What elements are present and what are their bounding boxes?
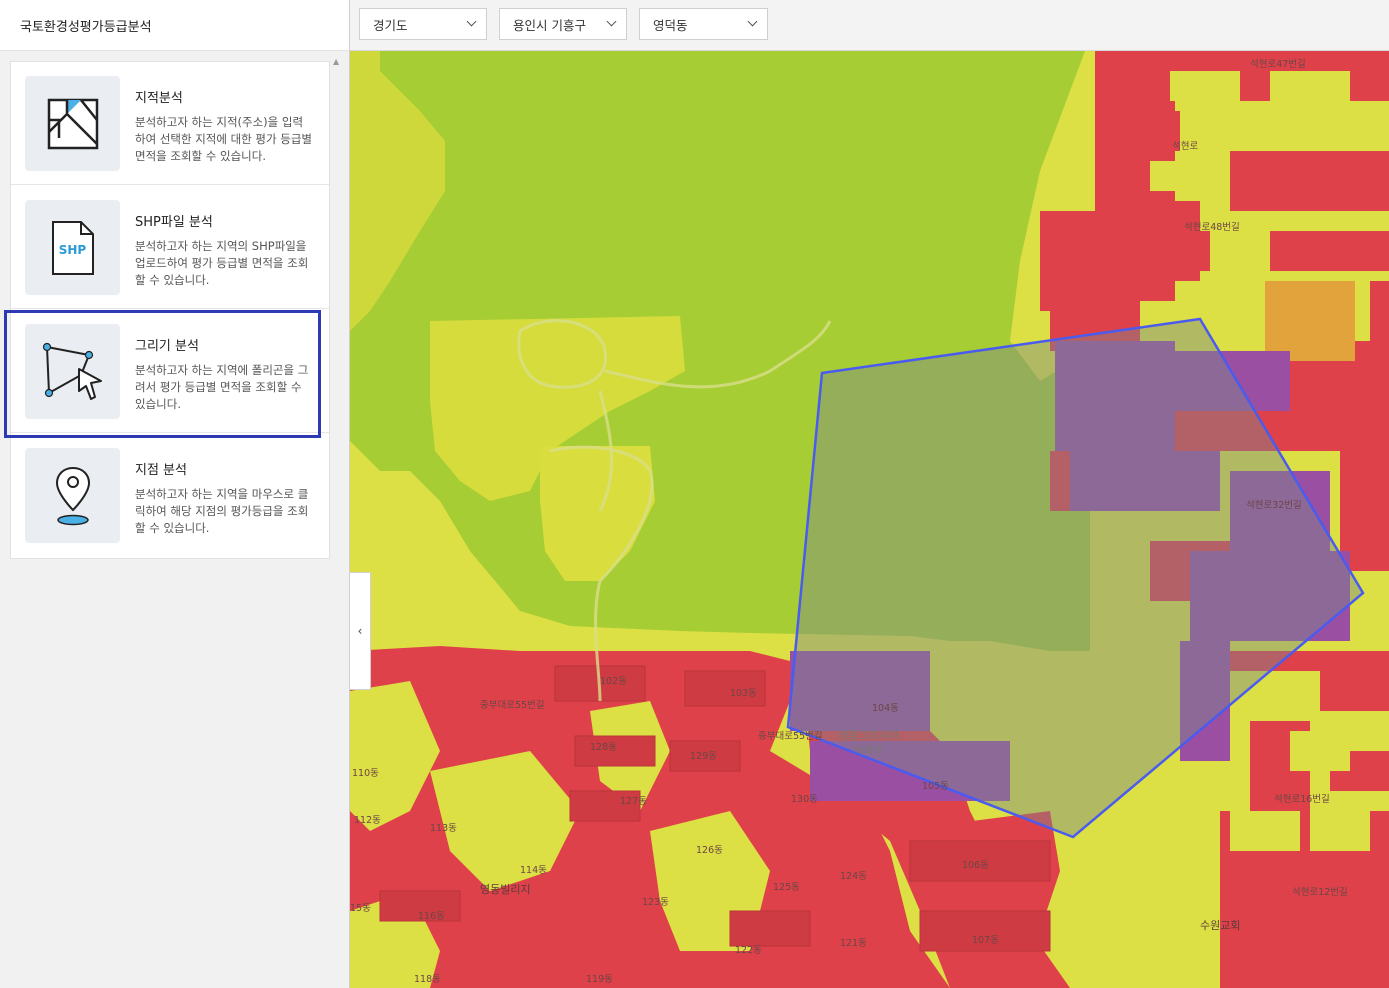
building-label: 122동 — [735, 945, 762, 956]
analysis-card-shp[interactable]: SHP SHP파일 분석 분석하고자 하는 지역의 SHP파일을 업로드하여 평… — [11, 186, 329, 309]
building-label: 121동 — [840, 938, 867, 949]
cadastral-map-icon — [25, 76, 120, 171]
building-label: 107동 — [972, 935, 999, 946]
card-description: 분석하고자 하는 지적(주소)을 입력하여 선택한 지적에 대한 평가 등급별 … — [135, 115, 312, 163]
building-label: 124동 — [840, 871, 867, 882]
building-label: 104동 — [872, 703, 899, 714]
building-label: 116동 — [418, 911, 445, 922]
chevron-down-icon — [466, 16, 477, 27]
polygon-draw-icon — [25, 324, 120, 419]
select-value: 경기도 — [373, 17, 408, 33]
building-label: 125동 — [773, 882, 800, 893]
analysis-card-point[interactable]: 지점 분석 분석하고자 하는 지역을 마우스로 클릭하여 해당 지점의 평가등급… — [11, 434, 329, 557]
building-label: 110동 — [352, 768, 379, 779]
card-description: 분석하고자 하는 지역에 폴리곤을 그려서 평가 등급별 면적을 조회할 수 있… — [135, 363, 309, 411]
building-label: 127동 — [620, 796, 647, 807]
poi-label: 수원교회 — [1200, 919, 1241, 932]
building-label: 105동 — [922, 781, 949, 792]
card-title: 지적분석 — [135, 91, 183, 106]
card-title: 지점 분석 — [135, 463, 187, 478]
poi-label: 세종그라시아 — [838, 729, 899, 742]
map-canvas[interactable]: 석현로47번길 석현로 석현로48번길 석현로32번길 석현로16번길 석현로1… — [350, 51, 1389, 988]
road-label: 석현로32번길 — [1246, 500, 1302, 511]
road-label: 중부대로55번길 — [758, 731, 823, 742]
building-label: 113동 — [430, 823, 457, 834]
building-label: 129동 — [690, 751, 717, 762]
building-label: 123동 — [642, 897, 669, 908]
collapse-sidebar-button[interactable]: ‹ — [349, 572, 371, 690]
location-pin-icon — [25, 448, 120, 543]
road-label: 석현로 — [1172, 141, 1199, 152]
analysis-card-draw[interactable]: 그리기 분석 분석하고자 하는 지역에 폴리곤을 그려서 평가 등급별 면적을 … — [11, 310, 329, 433]
card-title: SHP파일 분석 — [135, 215, 213, 230]
building-label: 103동 — [730, 688, 757, 699]
road-label: 중부대로55번길 — [480, 700, 545, 711]
chevron-down-icon — [747, 16, 758, 27]
district-select[interactable]: 용인시 기흥구 — [499, 8, 627, 40]
card-description: 분석하고자 하는 지역을 마우스로 클릭하여 해당 지점의 평가등급을 조회할 … — [135, 487, 309, 535]
road-label: 석현로48번길 — [1184, 222, 1240, 233]
select-value: 영덕동 — [653, 17, 688, 33]
region-filter-bar: 경기도 용인시 기흥구 영덕동 — [350, 0, 1389, 51]
chevron-down-icon — [606, 16, 617, 27]
app-title: 국토환경성평가등급분석 — [0, 0, 349, 51]
building-label: 102동 — [600, 676, 627, 687]
building-label: 112동 — [354, 815, 381, 826]
building-label: 128동 — [590, 742, 617, 753]
building-label: 126동 — [696, 845, 723, 856]
building-label: 114동 — [520, 865, 547, 876]
dong-select[interactable]: 영덕동 — [639, 8, 768, 40]
building-label: 106동 — [962, 860, 989, 871]
shp-icon-text: SHP — [58, 242, 87, 257]
scroll-up-icon[interactable]: ▲ — [333, 57, 339, 66]
select-value: 용인시 기흥구 — [513, 17, 586, 33]
analysis-card-cadastral[interactable]: 지적분석 분석하고자 하는 지적(주소)을 입력하여 선택한 지적에 대한 평가… — [11, 62, 329, 185]
poi-label: 아파트 — [854, 744, 885, 757]
chevron-left-icon: ‹ — [357, 624, 363, 638]
road-label: 석현로16번길 — [1274, 794, 1330, 805]
building-label: 130동 — [791, 794, 818, 805]
analysis-mode-list: 지적분석 분석하고자 하는 지적(주소)을 입력하여 선택한 지적에 대한 평가… — [10, 61, 330, 559]
building-label: 15동 — [350, 903, 371, 914]
grade-map-layer — [350, 51, 1389, 988]
shp-file-icon: SHP — [25, 200, 120, 295]
card-description: 분석하고자 하는 지역의 SHP파일을 업로드하여 평가 등급별 면적을 조회 … — [135, 239, 309, 287]
card-title: 그리기 분석 — [135, 339, 199, 354]
sidebar: 국토환경성평가등급분석 ▲ 지적분석 분석하고자 하는 지적(주소)을 입력하여… — [0, 0, 350, 988]
province-select[interactable]: 경기도 — [359, 8, 487, 40]
building-label: 118동 — [414, 974, 441, 985]
road-label: 석현로47번길 — [1250, 59, 1306, 70]
building-label: 119동 — [586, 974, 613, 985]
road-label: 석현로12번길 — [1292, 887, 1348, 898]
poi-label: 영동빌리지 — [480, 883, 531, 896]
